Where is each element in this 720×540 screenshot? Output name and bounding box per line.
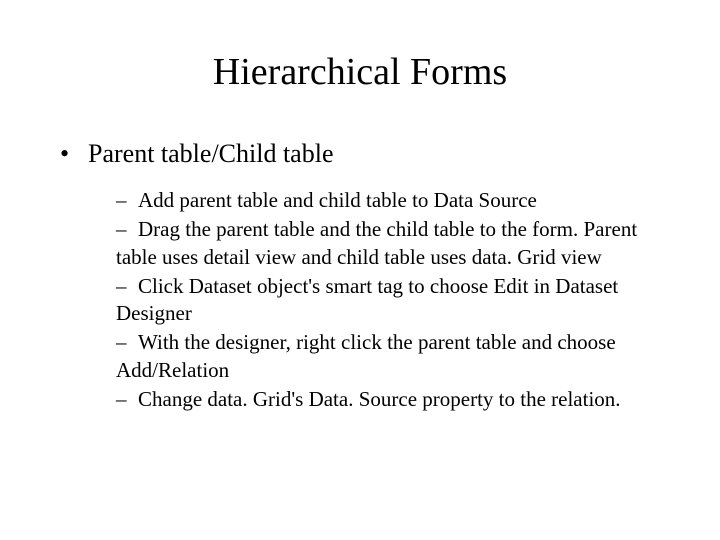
sub-bullet-item: –Drag the parent table and the child tab… [60,216,660,271]
sub-bullet-list: –Add parent table and child table to Dat… [60,187,660,413]
sub-bullet-text: Click Dataset object's smart tag to choo… [116,274,618,325]
dash-marker: – [116,386,138,413]
slide-title: Hierarchical Forms [60,50,660,94]
dash-marker: – [116,187,138,214]
sub-bullet-text: Drag the parent table and the child tabl… [116,217,637,268]
bullet-marker: • [60,139,88,169]
sub-bullet-item: –With the designer, right click the pare… [60,329,660,384]
sub-bullet-item: –Click Dataset object's smart tag to cho… [60,273,660,328]
dash-marker: – [116,329,138,356]
sub-bullet-item: –Add parent table and child table to Dat… [60,187,660,214]
sub-bullet-text: Change data. Grid's Data. Source propert… [138,387,621,411]
sub-bullet-text: Add parent table and child table to Data… [138,188,537,212]
sub-bullet-item: –Change data. Grid's Data. Source proper… [60,386,660,413]
bullet-text: Parent table/Child table [88,139,334,168]
bullet-item-parent: •Parent table/Child table [60,139,660,169]
dash-marker: – [116,273,138,300]
dash-marker: – [116,216,138,243]
sub-bullet-text: With the designer, right click the paren… [116,330,616,381]
